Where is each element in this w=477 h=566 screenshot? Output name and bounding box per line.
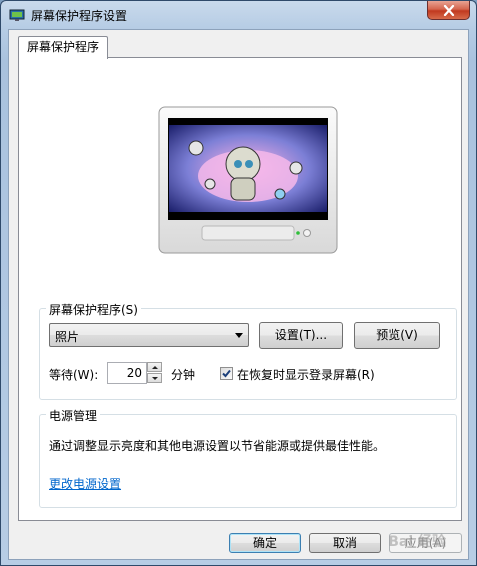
preview-monitor-graphic [158,106,338,254]
ok-button[interactable]: 确定 [229,533,301,553]
monitor-preview [158,106,338,256]
spin-up-button[interactable] [147,362,162,372]
screensaver-settings-window: 屏幕保护程序设置 屏幕保护程序 屏幕保护程序(S) 照片 设置(T)... 预览… [0,0,477,566]
wait-spinner[interactable] [147,362,163,384]
checkmark-icon [222,369,231,378]
preview-button[interactable]: 预览(V) [354,322,440,349]
power-group: 电源管理 通过调整显示亮度和其他电源设置以节省能源或提供最佳性能。 更改电源设置 [39,407,457,508]
cancel-button[interactable]: 取消 [309,533,381,553]
power-group-label: 电源管理 [46,407,101,424]
screensaver-select[interactable]: 照片 [49,323,249,347]
dialog-body: 屏幕保护程序 屏幕保护程序(S) 照片 设置(T)... 预览(V) 等待(W)… [8,29,469,560]
chevron-down-icon [235,333,243,338]
resume-login-checkbox[interactable] [220,367,233,380]
screensaver-app-icon [9,9,25,21]
screensaver-group-label: 屏幕保护程序(S) [46,301,141,318]
screensaver-group: 屏幕保护程序(S) 照片 设置(T)... 预览(V) 等待(W): 20 分钟 [39,301,457,400]
watermark: Bai 经验 [388,534,446,550]
spin-down-button[interactable] [147,373,162,383]
settings-button[interactable]: 设置(T)... [259,322,343,349]
arrow-up-icon [152,366,158,369]
title-bar[interactable]: 屏幕保护程序设置 [1,1,476,28]
close-icon [443,4,454,16]
window-title: 屏幕保护程序设置 [31,9,128,23]
tab-screensaver[interactable]: 屏幕保护程序 [18,36,109,59]
tab-panel: 屏幕保护程序(S) 照片 设置(T)... 预览(V) 等待(W): 20 分钟 [18,57,462,521]
power-description: 通过调整显示亮度和其他电源设置以节省能源或提供最佳性能。 [49,439,386,453]
wait-minutes-input[interactable]: 20 [107,362,147,384]
wait-label: 等待(W): [49,368,99,382]
change-power-settings-link[interactable]: 更改电源设置 [49,475,121,492]
arrow-down-icon [152,377,158,380]
close-button[interactable] [427,1,470,20]
minutes-label: 分钟 [171,368,196,382]
screensaver-select-value: 照片 [55,330,80,344]
resume-login-label[interactable]: 在恢复时显示登录屏幕(R) [237,366,375,383]
